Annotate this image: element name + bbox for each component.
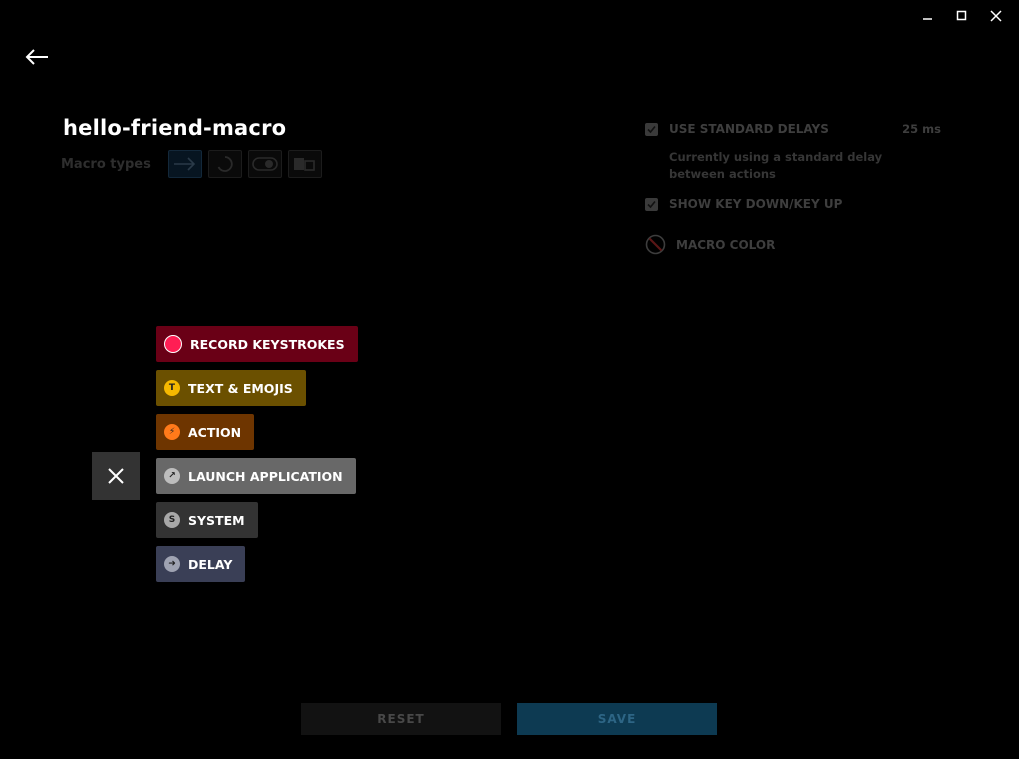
macro-type-sequence-button[interactable] <box>287 150 322 178</box>
macro-types-label: Macro types <box>61 156 151 172</box>
option-label: TEXT & EMOJIS <box>188 380 293 396</box>
close-icon <box>990 10 1002 22</box>
launch-icon: ↗ <box>164 468 180 484</box>
maximize-button[interactable] <box>945 6 979 26</box>
minimize-icon <box>923 18 932 20</box>
minimize-button[interactable] <box>911 6 945 26</box>
option-label: DELAY <box>188 556 233 572</box>
macro-color-row[interactable]: MACRO COLOR <box>645 234 941 255</box>
key-down-up-checkbox[interactable] <box>645 197 658 211</box>
check-icon <box>647 125 656 133</box>
macro-type-toggle-button[interactable] <box>247 150 282 178</box>
back-arrow-icon <box>25 49 48 65</box>
maximize-icon <box>956 10 967 21</box>
macro-type-repeat-button[interactable] <box>207 150 242 178</box>
sequence-icon <box>293 158 315 171</box>
arrow-right-icon <box>173 157 195 171</box>
standard-delays-checkbox[interactable] <box>645 122 658 136</box>
close-icon <box>108 468 124 484</box>
macro-types: Macro types <box>61 150 328 178</box>
loop-icon <box>217 156 233 172</box>
back-button[interactable] <box>22 44 52 70</box>
key-down-up-row: SHOW KEY DOWN/KEY UP <box>645 197 941 211</box>
no-color-icon[interactable] <box>645 234 666 255</box>
option-label: ACTION <box>188 424 242 440</box>
close-options-button[interactable] <box>92 452 140 500</box>
option-label: SYSTEM <box>188 512 245 528</box>
macro-type-no-repeat-button[interactable] <box>167 150 202 178</box>
option-label: LAUNCH APPLICATION <box>188 468 343 484</box>
record-icon <box>164 335 182 353</box>
macro-color-label: MACRO COLOR <box>676 237 776 252</box>
key-down-up-label: SHOW KEY DOWN/KEY UP <box>669 197 843 211</box>
check-icon <box>647 200 656 208</box>
standard-delays-label: USE STANDARD DELAYS <box>669 122 829 136</box>
toggle-icon <box>252 157 278 171</box>
standard-delay-value[interactable]: 25 ms <box>902 122 941 136</box>
window-controls <box>911 6 1013 26</box>
macro-settings: USE STANDARD DELAYS 25 ms Currently usin… <box>645 122 941 255</box>
reset-button[interactable]: RESET <box>301 703 501 735</box>
delay-description: Currently using a standard delay between… <box>669 150 883 181</box>
standard-delays-row: USE STANDARD DELAYS 25 ms <box>645 122 941 136</box>
text-icon: T <box>164 380 180 396</box>
system-icon: S <box>164 512 180 528</box>
save-button[interactable]: SAVE <box>517 703 717 735</box>
macro-action-options: RECORD KEYSTROKES T TEXT & EMOJIS ⚡ ACTI… <box>156 326 358 590</box>
launch-application-button[interactable]: ↗ LAUNCH APPLICATION <box>156 458 356 494</box>
lightning-icon: ⚡ <box>164 424 180 440</box>
macro-title[interactable]: hello-friend-macro <box>63 116 286 140</box>
system-button[interactable]: S SYSTEM <box>156 502 258 538</box>
action-button[interactable]: ⚡ ACTION <box>156 414 255 450</box>
option-label: RECORD KEYSTROKES <box>190 336 345 352</box>
text-emojis-button[interactable]: T TEXT & EMOJIS <box>156 370 306 406</box>
close-window-button[interactable] <box>979 6 1013 26</box>
delay-icon: ➜ <box>164 556 180 572</box>
delay-button[interactable]: ➜ DELAY <box>156 546 246 582</box>
record-keystrokes-button[interactable]: RECORD KEYSTROKES <box>156 326 358 362</box>
